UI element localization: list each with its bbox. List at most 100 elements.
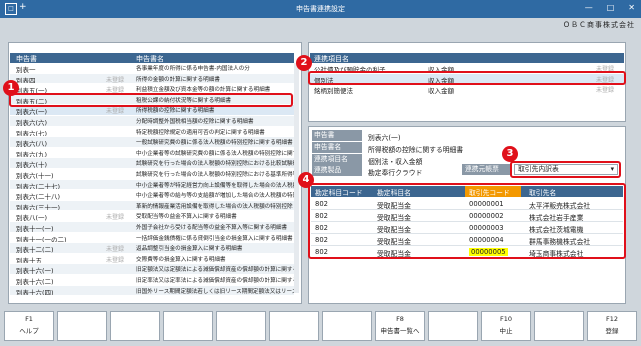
function-key-number: F8 — [396, 315, 404, 323]
row-code: 別表六(九) — [16, 150, 48, 158]
row-name: 分配時調整外国税相当額の控除に関する明細書 — [136, 119, 254, 125]
function-key-label: 登録 — [605, 327, 619, 335]
info-label: 申告書名 — [312, 141, 362, 153]
function-key-button[interactable]: F8 申告書一覧へ — [375, 311, 425, 341]
window-title: 申告書連携設定 — [296, 5, 345, 13]
function-key-button[interactable]: F1 ヘルプ — [4, 311, 54, 341]
info-value: 個別法・収入金額 — [368, 157, 423, 166]
minimize-icon[interactable]: — — [585, 3, 593, 12]
info-label: 連携項目名 — [312, 153, 362, 165]
row-code: 別表六(八) — [16, 140, 48, 147]
function-key-button[interactable] — [534, 311, 584, 341]
highlight-box-3 — [510, 161, 621, 178]
row-name: 返品調整引当金の損金算入に関する明細書 — [136, 246, 243, 253]
close-icon[interactable]: ✕ — [628, 3, 635, 12]
function-key-button[interactable] — [216, 311, 266, 341]
row-code: 別表六(六) — [16, 119, 48, 126]
row-name: 特定税額控除規定の適用可否の判定に関する明細書 — [136, 129, 265, 136]
row-status-tag: 未登録 — [106, 76, 125, 84]
right-list-row[interactable]: 銘柄別簡便法 収入金額 未登録 — [310, 84, 624, 95]
function-key-number: F12 — [605, 315, 618, 323]
row-name: 試験研究を行った場合の法人税額の特別控除における比較試験研究費の額 — [136, 161, 294, 168]
row-name: 利益積立金額及び資本金等の額の計算に関する明細書 — [136, 87, 271, 94]
row-code: 別表六(二十七) — [16, 182, 61, 190]
title-bar: □ + 申告書連携設定 — □ ✕ — [0, 0, 641, 18]
row-code: 別表八(一) — [16, 214, 48, 221]
row-name: 試験研究を行った場合の法人税額の特別控除における基準所得等金額 — [136, 172, 294, 178]
row-status-tag: 未登録 — [106, 246, 125, 253]
highlight-box-4 — [308, 183, 626, 259]
left-list-row[interactable]: 別表六(七) 特定税額控除規定の適用可否の判定に関する明細書 — [10, 127, 294, 137]
row-name: 受取配当等の益金不算入に関する明細書 — [136, 214, 237, 221]
left-list-row[interactable]: 別表八(一) 未登録 受取配当等の益金不算入に関する明細書 — [10, 211, 294, 221]
highlight-box-1 — [9, 93, 293, 107]
info-label: 申告書 — [312, 130, 362, 141]
function-key-number: F10 — [499, 315, 512, 323]
row-code: 別表十一(一の二) — [16, 235, 67, 243]
row-code: 別表六(十一) — [16, 172, 54, 179]
function-key-button[interactable] — [322, 311, 372, 341]
row-code: 別表一 — [16, 66, 36, 73]
row-name: 所得税額の控除に関する明細書 — [136, 108, 215, 115]
badge-1: 1 — [3, 80, 19, 96]
row-code: 別表六(十) — [16, 161, 48, 168]
left-list-row[interactable]: 別表六(三十一) 革新的情報産業活用設備を取得した場合の法人税額の特別控除 — [10, 200, 294, 211]
row-name: 一般試験研究費の額に係る法人税額の特別控除に関する明細書 — [136, 140, 293, 147]
row-code: 別表十六(二) — [16, 278, 54, 285]
row-item-name: 銘柄別簡便法 — [314, 87, 353, 95]
left-list-row[interactable]: 別表十六(四) 旧国外リース期間定額法若しくは旧リース期間定額法又はリース — [10, 285, 294, 296]
left-list-row[interactable]: 別表六(十) 試験研究を行った場合の法人税額の特別控除における比較試験研究費の額 — [10, 158, 294, 168]
row-name: 各事業年度の所得に係る申告書-内国法人の分 — [136, 66, 250, 72]
left-list-row[interactable]: 別表六(八) 一般試験研究費の額に係る法人税額の特別控除に関する明細書 — [10, 137, 294, 147]
left-list-row[interactable]: 別表六(六) 分配時調整外国税相当額の控除に関する明細書 — [10, 116, 294, 126]
left-list-row[interactable]: 別表十六(一) 旧定額法又は定額法による減価償却資産の償却額の計算に関する明細書 — [10, 264, 294, 274]
row-code: 別表四 — [16, 76, 36, 84]
function-key-button[interactable] — [57, 311, 107, 341]
function-key-button[interactable]: F12 登録 — [587, 311, 637, 341]
left-list-row[interactable]: 別表十一(一) 外国子会社から受ける配当等の益金不算入等に関する明細書 — [10, 222, 294, 232]
left-list-row[interactable]: 別表十五 未登録 交際費等の損金算入に関する明細書 — [10, 254, 294, 264]
row-name: 革新的情報産業活用設備を取得した場合の法人税額の特別控除 — [136, 203, 293, 210]
function-key-label: 中止 — [499, 327, 513, 335]
row-name: 外国子会社から受ける配当等の益金不算入等に関する明細書 — [136, 225, 288, 231]
row-name: 旧国外リース期間定額法若しくは旧リース期間定額法又はリース — [136, 288, 294, 295]
left-list-row[interactable]: 別表十一(一の二) 一括評価金銭債権に係る貸倒引当金の損金算入に関する明細書 — [10, 233, 294, 243]
left-list-row[interactable]: 別表四 未登録 所得の金額の計算に関する明細書 — [10, 73, 294, 84]
row-item-type: 収入金額 — [428, 87, 454, 95]
source-report-label: 連携元帳票 — [462, 164, 510, 175]
left-list-row[interactable]: 別表六(九) 中小企業者等の試験研究費の額に係る法人税額の特別控除に関する明細書 — [10, 148, 294, 158]
row-code: 別表十五 — [16, 256, 42, 264]
row-status-tag: 未登録 — [106, 214, 125, 221]
row-name: 旧定率法又は定率法による減価償却資産の償却額の計算に関する明細書 — [136, 278, 294, 284]
row-code: 別表六(三十一) — [16, 203, 61, 211]
row-name: 所得の金額の計算に関する明細書 — [136, 76, 220, 83]
row-code: 別表六(一) — [16, 108, 48, 115]
info-value: 別表六(一) — [368, 134, 401, 142]
left-list-row[interactable]: 別表一 各事業年度の所得に係る申告書-内国法人の分 — [10, 63, 294, 73]
info-label: 連携製品 — [312, 165, 362, 177]
function-key-button[interactable]: F10 中止 — [481, 311, 531, 341]
left-list-header: 申告書 申告書名 — [10, 53, 294, 63]
left-list-row[interactable]: 別表十二(二) 未登録 返品調整引当金の損金算入に関する明細書 — [10, 243, 294, 253]
function-key-button[interactable] — [110, 311, 160, 341]
function-key-button[interactable] — [163, 311, 213, 341]
function-key-button[interactable] — [428, 311, 478, 341]
function-key-label: ヘルプ — [19, 327, 39, 335]
left-list-row[interactable]: 別表十六(二) 旧定率法又は定率法による減価償却資産の償却額の計算に関する明細書 — [10, 275, 294, 285]
row-name: 一括評価金銭債権に係る貸倒引当金の損金算入に関する明細書 — [136, 235, 293, 242]
left-list-row[interactable]: 別表六(二十八) 中小企業者等の給与等の支給額が増加した場合の法人税額の特別控除 — [10, 190, 294, 200]
function-key-number: F1 — [25, 315, 33, 323]
row-code: 別表六(七) — [16, 129, 48, 137]
detail-info-row: 申告書 別表六(一) — [310, 130, 624, 142]
left-list-row[interactable]: 別表六(十一) 試験研究を行った場合の法人税額の特別控除における基準所得等金額 — [10, 169, 294, 179]
function-key-button[interactable] — [269, 311, 319, 341]
badge-3: 3 — [502, 146, 518, 162]
row-code: 別表六(二十八) — [16, 193, 61, 200]
left-list-row[interactable]: 別表六(二十七) 中小企業者等が特定経営力向上設備等を取得した場合の法人税額 — [10, 179, 294, 190]
row-status-tag: 未登録 — [106, 256, 125, 264]
row-name: 中小企業者等の給与等の支給額が増加した場合の法人税額の特別控除 — [136, 193, 294, 200]
maximize-icon[interactable]: □ — [607, 3, 615, 12]
info-value: 所得税額の控除に関する明細書 — [368, 145, 464, 154]
row-status-tag: 未登録 — [596, 87, 615, 94]
row-code: 別表十六(一) — [16, 267, 54, 274]
